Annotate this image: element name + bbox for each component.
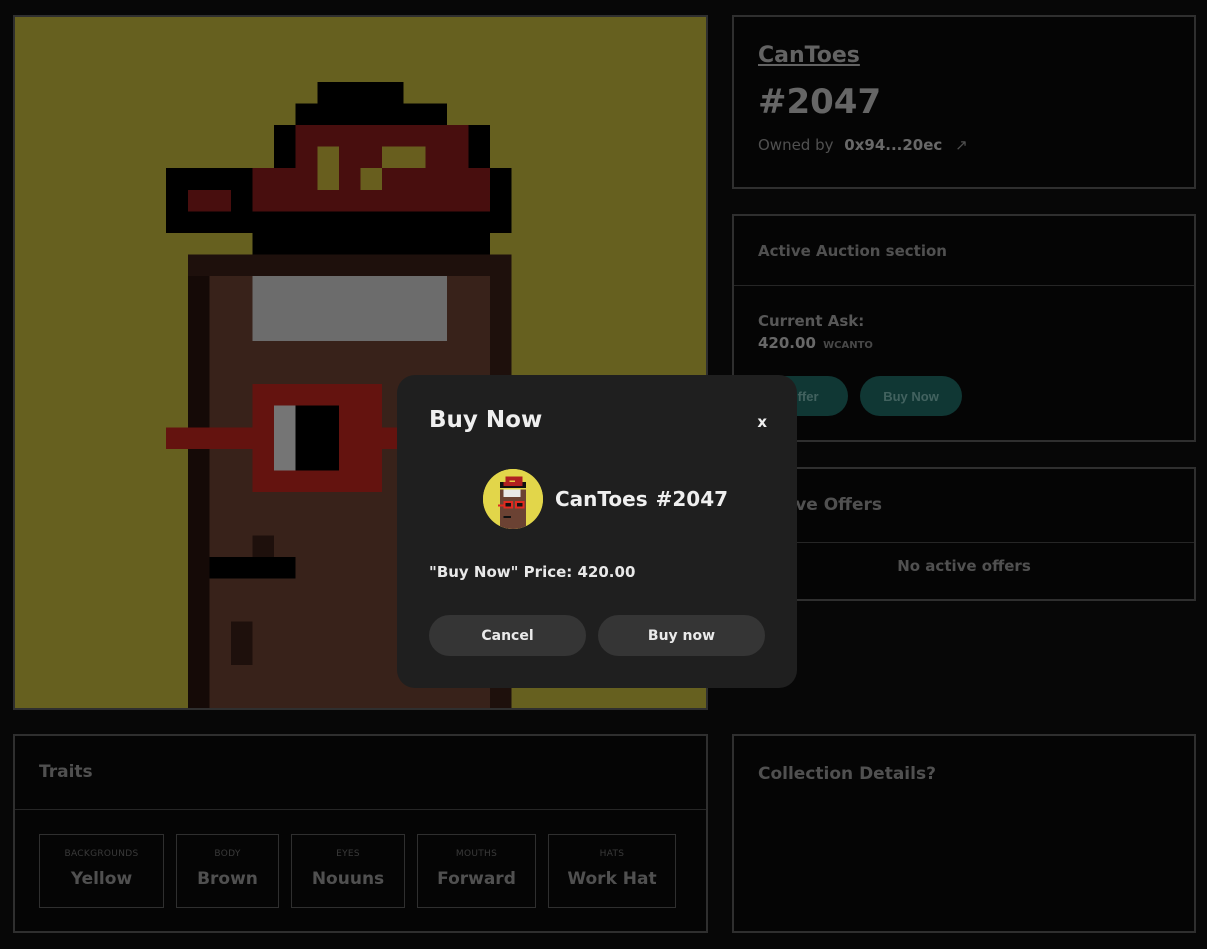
buy-now-modal: Buy Now x CanToes #2047 "Buy Now" Price:: [397, 375, 797, 688]
modal-item-token: #2047: [655, 487, 729, 511]
modal-actions: Cancel Buy now: [429, 615, 765, 656]
confirm-buy-button[interactable]: Buy now: [598, 615, 765, 656]
modal-item-summary: CanToes #2047: [483, 469, 728, 529]
close-icon[interactable]: x: [757, 413, 767, 431]
cancel-button[interactable]: Cancel: [429, 615, 586, 656]
modal-item-collection: CanToes: [555, 487, 648, 511]
modal-price-line: "Buy Now" Price: 420.00: [429, 563, 636, 581]
modal-title: Buy Now: [429, 407, 543, 433]
avatar: [483, 469, 543, 529]
nft-thumbnail: [483, 469, 543, 529]
